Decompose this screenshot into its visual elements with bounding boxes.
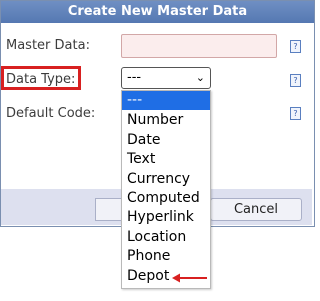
- master-data-label: Master Data:: [6, 38, 90, 53]
- data-type-select[interactable]: --- ⌄: [121, 67, 211, 89]
- help-icon[interactable]: ?: [290, 107, 301, 120]
- highlight-box: [1, 66, 81, 90]
- default-code-label: Default Code:: [6, 106, 96, 121]
- dropdown-option[interactable]: Currency: [122, 170, 210, 189]
- dropdown-option[interactable]: Hyperlink: [122, 208, 210, 227]
- dropdown-option[interactable]: Date: [122, 131, 210, 150]
- master-data-input[interactable]: [121, 34, 277, 58]
- dropdown-option[interactable]: Computed: [122, 189, 210, 208]
- data-type-dropdown-list: --- Number Date Text Currency Computed H…: [121, 90, 211, 289]
- annotation-arrow-icon: [172, 273, 207, 283]
- dropdown-option[interactable]: Location: [122, 228, 210, 247]
- dropdown-option[interactable]: Text: [122, 150, 210, 169]
- chevron-down-icon: ⌄: [195, 71, 205, 84]
- dropdown-option[interactable]: Number: [122, 111, 210, 130]
- data-type-selected-value: ---: [127, 70, 142, 85]
- cancel-button[interactable]: Cancel: [210, 198, 302, 221]
- dropdown-option[interactable]: ---: [122, 91, 210, 110]
- dialog-title: Create New Master Data: [1, 1, 314, 23]
- help-icon[interactable]: ?: [290, 74, 301, 87]
- help-icon[interactable]: ?: [290, 40, 301, 53]
- dropdown-option[interactable]: Phone: [122, 247, 210, 266]
